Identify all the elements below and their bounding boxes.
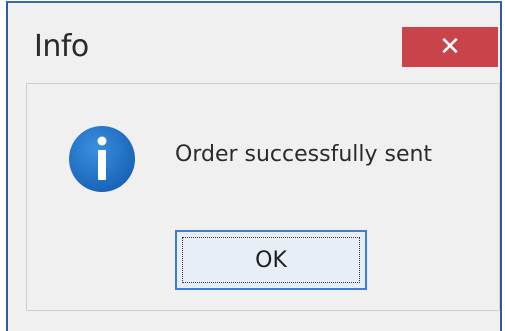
dialog-message: Order successfully sent xyxy=(175,142,433,167)
info-icon xyxy=(69,126,135,192)
close-button[interactable]: ✕ xyxy=(402,27,498,67)
dialog-title: Info xyxy=(34,29,89,64)
ok-button-label: OK xyxy=(255,247,287,273)
ok-button[interactable]: OK xyxy=(175,230,367,290)
dialog-window: Info ✕ Order successfully sent OK xyxy=(6,1,502,331)
title-bar[interactable]: Info ✕ xyxy=(8,3,500,75)
dialog-content: Order successfully sent OK xyxy=(26,83,500,311)
close-icon: ✕ xyxy=(439,32,461,62)
